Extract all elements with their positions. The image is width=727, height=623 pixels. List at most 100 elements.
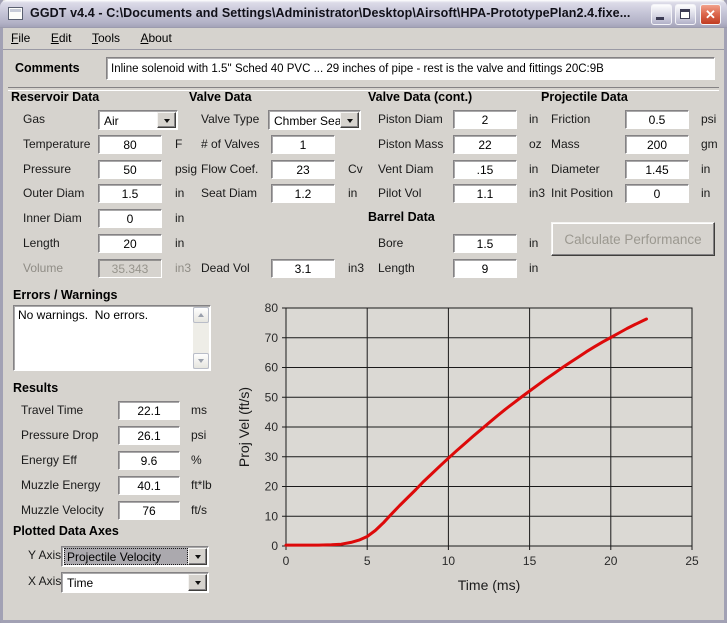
muzzle-velocity-row: Muzzle Velocity ft/s xyxy=(13,501,223,522)
chevron-down-icon xyxy=(195,581,201,588)
menu-file[interactable]: File xyxy=(3,28,38,47)
energy-eff-row: Energy Eff % xyxy=(13,451,223,472)
vent-diam-label: Vent Diam xyxy=(378,162,433,176)
pilot-vol-field[interactable] xyxy=(453,184,517,203)
res-length-row: Length in xyxy=(11,234,189,255)
scroll-down-button[interactable] xyxy=(193,353,209,369)
y-tick-label: 0 xyxy=(271,539,278,553)
reservoir-data-title: Reservoir Data xyxy=(11,90,99,104)
pressure-drop-label: Pressure Drop xyxy=(21,428,98,442)
num-valves-field[interactable] xyxy=(271,135,335,154)
pressure-drop-unit: psi xyxy=(191,428,206,442)
valve-type-row: Valve Type Chmber Seal xyxy=(189,110,367,131)
init-position-field[interactable] xyxy=(625,184,689,203)
friction-label: Friction xyxy=(551,112,590,126)
close-icon: ✕ xyxy=(701,7,720,23)
minimize-button[interactable] xyxy=(651,4,672,25)
valve-type-select[interactable]: Chmber Seal xyxy=(268,110,361,130)
gas-select[interactable]: Air xyxy=(98,110,178,130)
gas-value: Air xyxy=(101,112,157,128)
inner-diam-label: Inner Diam xyxy=(23,211,82,225)
y-axis-dropdown-button[interactable] xyxy=(188,548,207,565)
menu-about[interactable]: About xyxy=(132,28,179,47)
piston-mass-field[interactable] xyxy=(453,135,517,154)
chevron-down-icon xyxy=(347,119,353,126)
bore-label: Bore xyxy=(378,236,403,250)
flow-coef-field[interactable] xyxy=(271,160,335,179)
outer-diam-unit: in xyxy=(175,186,184,200)
mass-label: Mass xyxy=(551,137,580,151)
muzzle-energy-field[interactable] xyxy=(118,476,180,495)
dead-vol-field[interactable] xyxy=(271,259,335,278)
errors-textbox[interactable]: No warnings. No errors. xyxy=(13,305,211,371)
close-button[interactable]: ✕ xyxy=(700,4,721,25)
init-position-unit: in xyxy=(701,186,710,200)
energy-eff-unit: % xyxy=(191,453,202,467)
gas-label: Gas xyxy=(23,112,45,126)
valve-type-value: Chmber Seal xyxy=(271,112,340,128)
friction-unit: psi xyxy=(701,112,716,126)
maximize-button[interactable] xyxy=(675,4,696,25)
init-position-row: Init Position in xyxy=(541,184,723,205)
barrel-length-unit: in xyxy=(529,261,538,275)
x-axis-value: Time xyxy=(64,574,188,591)
menu-tools[interactable]: Tools xyxy=(84,28,128,47)
projectile-data-title: Projectile Data xyxy=(541,90,628,104)
outer-diam-field[interactable] xyxy=(98,184,162,203)
y-tick-label: 60 xyxy=(265,361,279,375)
app-window: GGDT v4.4 - C:\Documents and Settings\Ad… xyxy=(0,0,727,623)
res-length-field[interactable] xyxy=(98,234,162,253)
friction-row: Friction psi xyxy=(541,110,723,131)
mass-row: Mass gm xyxy=(541,135,723,156)
vent-diam-field[interactable] xyxy=(453,160,517,179)
muzzle-energy-unit: ft*lb xyxy=(191,478,212,492)
y-tick-label: 70 xyxy=(265,331,279,345)
menu-edit[interactable]: Edit xyxy=(43,28,80,47)
flow-coef-label: Flow Coef. xyxy=(201,162,258,176)
seat-diam-field[interactable] xyxy=(271,184,335,203)
y-axis-row: Y Axis Projectile Velocity xyxy=(13,546,223,567)
x-axis-dropdown-button[interactable] xyxy=(188,574,207,591)
bore-row: Bore in xyxy=(368,234,546,255)
inner-diam-field[interactable] xyxy=(98,209,162,228)
y-axis-title: Proj Vel (ft/s) xyxy=(236,387,252,467)
temperature-field[interactable] xyxy=(98,135,162,154)
y-tick-label: 20 xyxy=(265,480,279,494)
muzzle-velocity-unit: ft/s xyxy=(191,503,207,517)
friction-field[interactable] xyxy=(625,110,689,129)
chevron-down-icon xyxy=(195,555,201,562)
valve-type-dropdown-button[interactable] xyxy=(340,112,359,128)
muzzle-velocity-field[interactable] xyxy=(118,501,180,520)
barrel-length-field[interactable] xyxy=(453,259,517,278)
x-axis-select[interactable]: Time xyxy=(61,572,209,593)
bore-unit: in xyxy=(529,236,538,250)
res-length-unit: in xyxy=(175,236,184,250)
dead-vol-label: Dead Vol xyxy=(201,261,250,275)
comments-input[interactable] xyxy=(106,57,715,80)
temperature-row: Temperature F xyxy=(11,135,189,156)
title-bar[interactable]: GGDT v4.4 - C:\Documents and Settings\Ad… xyxy=(0,0,727,28)
pressure-drop-field[interactable] xyxy=(118,426,180,445)
gas-dropdown-button[interactable] xyxy=(157,112,176,128)
pressure-field[interactable] xyxy=(98,160,162,179)
y-tick-label: 50 xyxy=(265,390,279,404)
travel-time-field[interactable] xyxy=(118,401,180,420)
mass-field[interactable] xyxy=(625,135,689,154)
pressure-row: Pressure psig xyxy=(11,160,189,181)
piston-mass-unit: oz xyxy=(529,137,542,151)
piston-diam-field[interactable] xyxy=(453,110,517,129)
errors-scrollbar[interactable] xyxy=(193,307,209,369)
volume-field xyxy=(98,259,162,278)
seat-diam-row: Seat Diam in xyxy=(189,184,367,205)
barrel-length-row: Length in xyxy=(368,259,546,280)
menu-bar: File Edit Tools About xyxy=(3,28,724,50)
energy-eff-field[interactable] xyxy=(118,451,180,470)
y-axis-select[interactable]: Projectile Velocity xyxy=(61,546,209,567)
diameter-field[interactable] xyxy=(625,160,689,179)
chevron-down-icon xyxy=(164,119,170,126)
gas-row: Gas Air xyxy=(11,110,189,131)
valve-type-label: Valve Type xyxy=(201,112,259,126)
bore-field[interactable] xyxy=(453,234,517,253)
chevron-down-icon xyxy=(198,359,204,366)
scroll-up-button[interactable] xyxy=(193,307,209,323)
